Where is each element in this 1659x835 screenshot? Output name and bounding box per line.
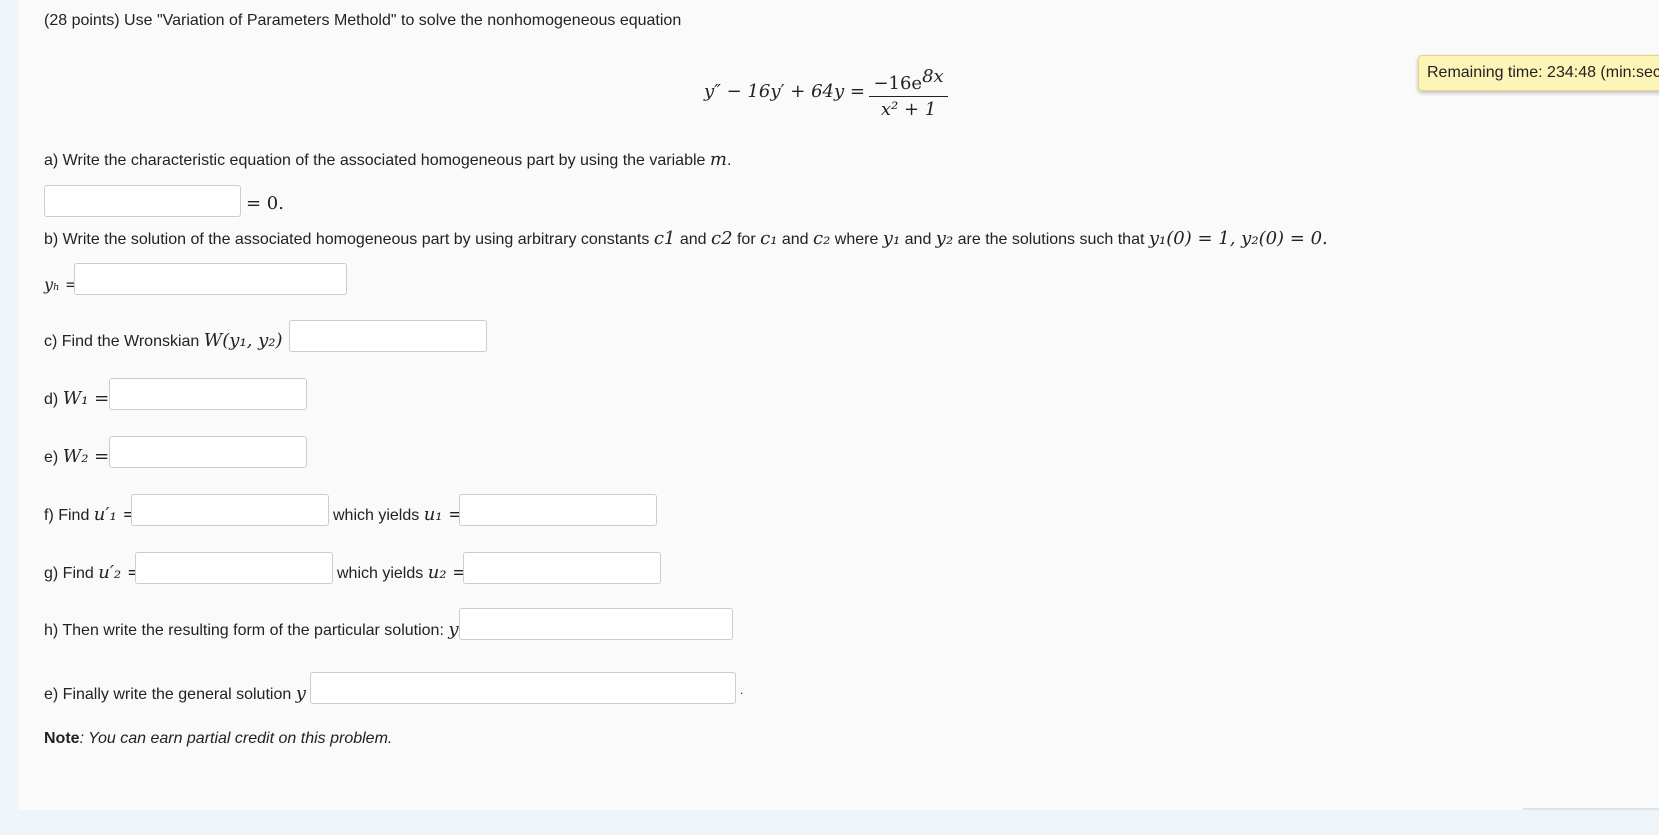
which-yields-text: which yields: [333, 507, 420, 524]
equation-lhs: y″ − 16y′ + 64y =: [704, 81, 865, 103]
y2-var: y₂: [935, 228, 954, 249]
note-text: : You can earn partial credit on this pr…: [79, 730, 393, 747]
part-d-text: d): [44, 391, 59, 408]
part-h-text: h) Then write the resulting form of the …: [44, 622, 444, 639]
for-text: for: [736, 231, 756, 248]
and-text: and: [781, 231, 809, 248]
const-c1: c1: [653, 228, 676, 249]
initial-conditions: y₁(0) = 1, y₂(0) = 0.: [1148, 228, 1328, 249]
w2-input[interactable]: [109, 436, 307, 468]
which-yields-text: which yields: [337, 565, 424, 582]
equation-fraction: −16e8x x² + 1: [869, 66, 948, 120]
remaining-time-badge: Remaining time: 234:48 (min:sec): [1418, 55, 1659, 91]
u1prime-input[interactable]: [131, 494, 329, 526]
part-f-text: f) Find: [44, 507, 90, 524]
const-c2: c2: [710, 228, 733, 249]
c1-sub: c₁: [760, 228, 778, 249]
part-b-text2: are the solutions such that: [957, 231, 1145, 248]
part-g-prompt: g) Find u′₂ =: [44, 562, 142, 583]
note: Note: You can earn partial credit on thi…: [44, 730, 392, 748]
equation-denominator: x² + 1: [880, 99, 937, 120]
w1-expr: W₁ =: [62, 388, 110, 409]
equation-exponent: 8x: [922, 66, 944, 87]
part-a-prompt: a) Write the characteristic equation of …: [44, 149, 731, 170]
y1-var: y₁: [882, 228, 901, 249]
part-c-prompt: c) Find the Wronskian W(y₁, y₂) =: [44, 330, 303, 351]
part-c-text: c) Find the Wronskian: [44, 333, 200, 350]
yh-input[interactable]: [74, 263, 347, 295]
equals-zero: = 0.: [246, 193, 284, 214]
part-b-text: b) Write the solution of the associated …: [44, 231, 650, 248]
part-e-prompt: e) W₂ =: [44, 446, 109, 467]
equation-numerator: −16e: [873, 73, 923, 94]
u2prime-input[interactable]: [135, 552, 333, 584]
part-e-text: e): [44, 449, 59, 466]
final-period: .: [740, 683, 744, 697]
main-equation: y″ − 16y′ + 64y = −16e8x x² + 1: [704, 66, 948, 120]
u2-expr: u₂ =: [427, 562, 468, 583]
part-f-prompt: f) Find u′₁ =: [44, 504, 138, 525]
part-a-period: .: [726, 152, 732, 169]
characteristic-equation-input[interactable]: [44, 185, 241, 217]
final-text: e) Finally write the general solution: [44, 686, 292, 703]
w2-expr: W₂ =: [62, 446, 110, 467]
variable-m: m: [709, 149, 727, 170]
part-a-text: a) Write the characteristic equation of …: [44, 152, 706, 169]
wronskian-input[interactable]: [289, 320, 487, 352]
w1-input[interactable]: [109, 378, 307, 410]
c2-sub: c₂: [813, 228, 831, 249]
problem-card: (28 points) Use "Variation of Parameters…: [8, 0, 1659, 810]
general-solution-input[interactable]: [310, 672, 736, 704]
yp-input[interactable]: [459, 608, 733, 640]
part-d-prompt: d) W₁ =: [44, 388, 109, 409]
part-f-yields: which yields u₁ =: [333, 504, 463, 525]
where-text: where: [834, 231, 879, 248]
bottom-divider: [1523, 808, 1659, 810]
part-h-prompt: h) Then write the resulting form of the …: [44, 619, 487, 640]
u1-expr: u₁ =: [423, 504, 464, 525]
and-text: and: [679, 231, 707, 248]
and-text: and: [904, 231, 932, 248]
u1-input[interactable]: [459, 494, 657, 526]
part-g-yields: which yields u₂ =: [337, 562, 467, 583]
u2-input[interactable]: [463, 552, 661, 584]
part-g-text: g) Find: [44, 565, 94, 582]
final-prompt: e) Finally write the general solution y …: [44, 683, 327, 704]
part-b-prompt: b) Write the solution of the associated …: [44, 228, 1328, 249]
problem-intro: (28 points) Use "Variation of Parameters…: [44, 12, 682, 29]
note-label: Note: [44, 730, 80, 747]
